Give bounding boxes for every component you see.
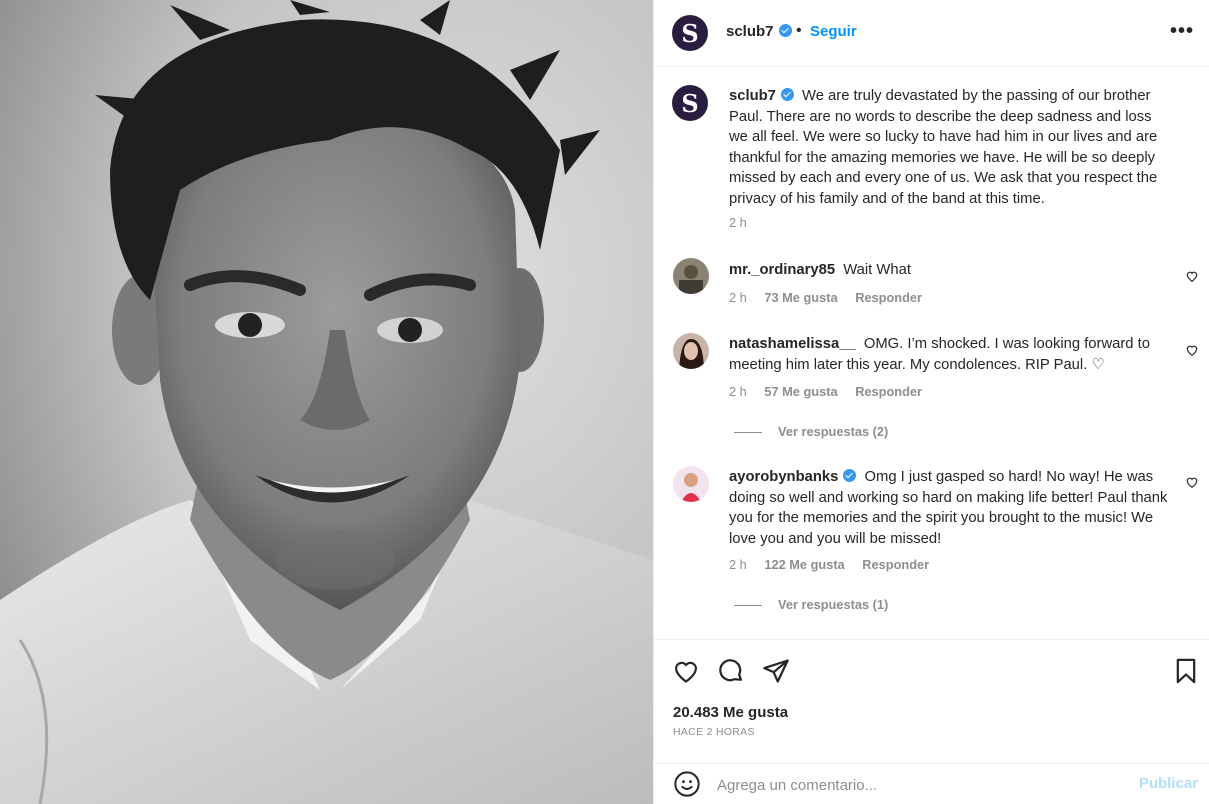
comment-meta: 2 h 73 Me gusta Responder <box>729 290 922 305</box>
post-timestamp[interactable]: HACE 2 HORAS <box>673 726 755 738</box>
comment-bubble-icon[interactable] <box>717 657 745 685</box>
publish-button[interactable]: Publicar <box>1139 775 1198 792</box>
caption-time: 2 h <box>729 215 747 230</box>
view-replies-button[interactable]: Ver respuestas (1) <box>734 597 888 612</box>
post-actions: 20.483 Me gusta HACE 2 HORAS Publicar <box>654 639 1209 804</box>
commenter-avatar[interactable] <box>673 466 709 502</box>
caption-text: We are truly devastated by the passing o… <box>729 88 1158 207</box>
avatar-photo-icon <box>673 466 709 502</box>
commenter-username[interactable]: mr._ordinary85 <box>729 262 835 278</box>
like-comment-heart-icon[interactable] <box>1185 475 1199 489</box>
comment-time: 2 h <box>729 290 747 305</box>
follow-button[interactable]: Seguir <box>810 23 857 40</box>
comment-likes[interactable]: 122 Me gusta <box>764 557 844 572</box>
comment-time: 2 h <box>729 384 747 399</box>
commenter-avatar[interactable] <box>673 333 709 369</box>
author-avatar[interactable]: S <box>672 15 708 51</box>
caption-author-avatar[interactable]: S <box>672 85 708 121</box>
save-bookmark-icon[interactable] <box>1172 657 1200 685</box>
view-replies-button[interactable]: Ver respuestas (2) <box>734 424 888 439</box>
commenter-username-text[interactable]: ayorobynbanks <box>729 469 838 485</box>
avatar-photo-icon <box>673 258 709 294</box>
comment-input[interactable] <box>717 773 1117 797</box>
reply-button[interactable]: Responder <box>862 557 929 572</box>
comment-text-block: ayorobynbanks Omg I just gasped so hard!… <box>729 467 1169 549</box>
post-header: S sclub7 • Seguir ••• <box>654 0 1209 67</box>
comment-text: Wait What <box>843 262 911 278</box>
separator-dot: • <box>796 22 802 39</box>
emoji-smiley-icon[interactable] <box>673 770 701 798</box>
comment-meta: 2 h 57 Me gusta Responder <box>729 384 922 399</box>
verified-badge-icon <box>780 88 794 101</box>
like-heart-icon[interactable] <box>672 657 700 685</box>
verified-badge-icon <box>778 24 792 37</box>
comment-text-block: mr._ordinary85 Wait What <box>729 260 1169 281</box>
commenter-username[interactable]: ayorobynbanks <box>729 469 857 485</box>
reply-button[interactable]: Responder <box>855 384 922 399</box>
commenter-avatar[interactable] <box>673 258 709 294</box>
caption-username[interactable]: sclub7 <box>729 88 794 104</box>
reply-button[interactable]: Responder <box>855 290 922 305</box>
likes-count[interactable]: 20.483 Me gusta <box>673 704 788 721</box>
author-username-text[interactable]: sclub7 <box>726 23 774 40</box>
comment-likes[interactable]: 57 Me gusta <box>764 384 837 399</box>
comment-time: 2 h <box>729 557 747 572</box>
post-image[interactable] <box>0 0 653 804</box>
like-comment-heart-icon[interactable] <box>1185 343 1199 357</box>
comment-likes[interactable]: 73 Me gusta <box>764 290 837 305</box>
author-username[interactable]: sclub7 <box>726 23 792 40</box>
commenter-username[interactable]: natashamelissa__ <box>729 336 856 352</box>
add-comment-bar: Publicar <box>654 763 1209 804</box>
avatar-photo-icon <box>673 333 709 369</box>
comment-meta: 2 h 122 Me gusta Responder <box>729 557 929 572</box>
comments-list[interactable]: S sclub7 We are truly devastated by the … <box>654 68 1209 639</box>
share-paper-plane-icon[interactable] <box>762 657 790 685</box>
like-comment-heart-icon[interactable] <box>1185 269 1199 283</box>
portrait-illustration <box>0 0 653 804</box>
post-details-panel: S sclub7 • Seguir ••• S sclub7 We are tr… <box>653 0 1209 804</box>
comment-text-block: natashamelissa__ OMG. I’m shocked. I was… <box>729 334 1169 375</box>
caption-text-block: sclub7 We are truly devastated by the pa… <box>729 86 1169 209</box>
caption-username-text[interactable]: sclub7 <box>729 88 776 104</box>
verified-badge-icon <box>843 469 857 482</box>
more-options-icon[interactable]: ••• <box>1170 21 1194 41</box>
